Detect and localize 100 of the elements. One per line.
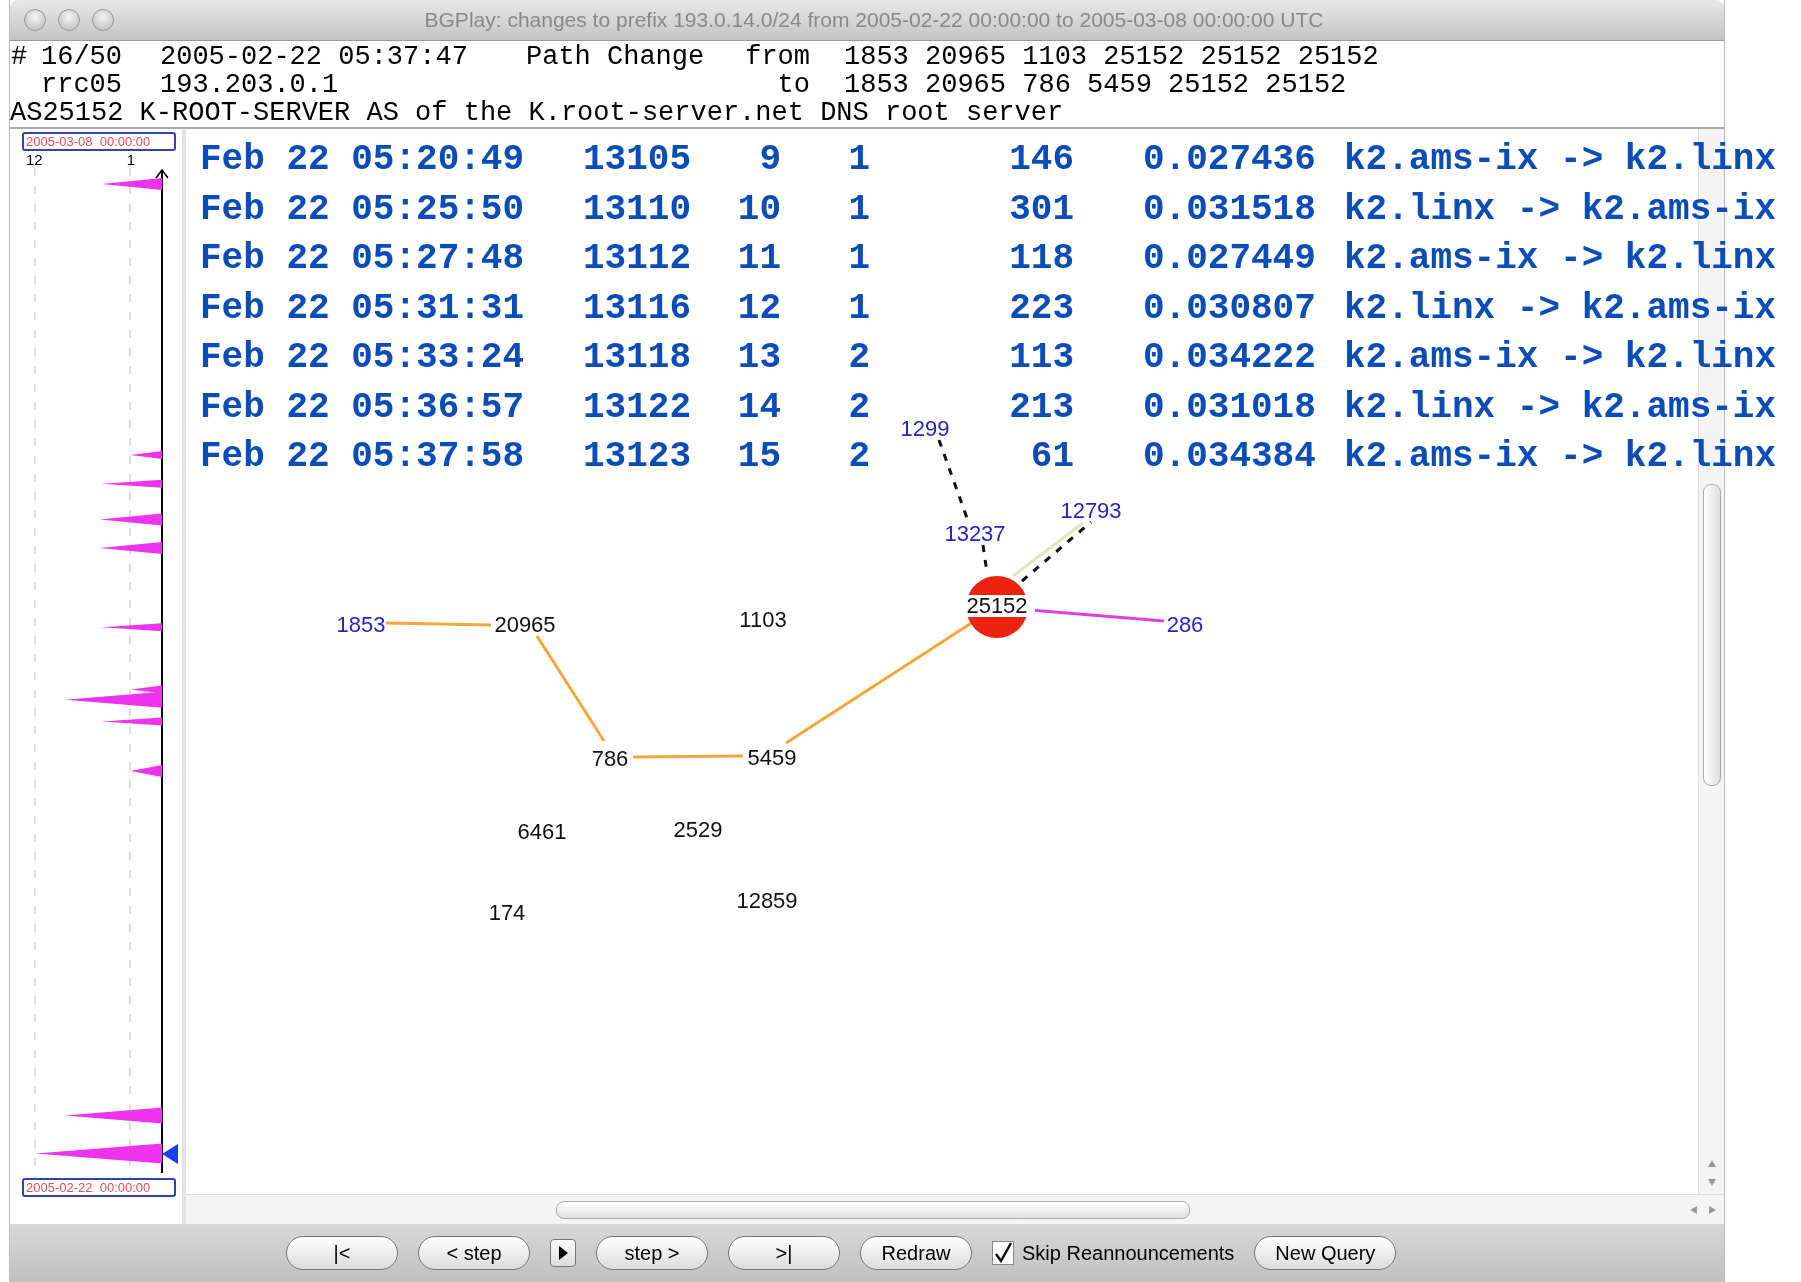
collector-name: rrc05 <box>41 71 122 99</box>
route-change: k2.linx -> k2.ams-ix <box>1344 188 1777 232</box>
route-change: k2.ams-ix -> k2.linx <box>1344 238 1777 281</box>
table-cell-text: 2 <box>848 386 870 430</box>
event-id: 13116 <box>583 287 692 331</box>
first-button[interactable]: |< <box>286 1236 398 1270</box>
event-id: 13110 <box>583 188 692 232</box>
event-id: 13112 <box>583 238 692 281</box>
table-cell-text: 13 <box>737 337 781 380</box>
horizontal-scrollbar[interactable] <box>186 1194 1724 1224</box>
as-node-label[interactable]: 13237 <box>944 521 1006 546</box>
table-cell-text: 9 <box>759 139 781 182</box>
axis-label: 1 <box>126 151 136 168</box>
checkbox-label: Skip Reannouncements <box>1022 1241 1235 1265</box>
event-id: 13118 <box>583 337 692 380</box>
scroll-thumb[interactable] <box>556 1200 1190 1219</box>
table-cell-text: 15 <box>737 436 781 479</box>
table-cell-text: 2 <box>848 337 870 380</box>
table-cell-text: 0.027449 <box>1143 238 1316 281</box>
event-id: 13105 <box>583 139 692 182</box>
event-id: 13123 <box>583 436 692 479</box>
timeline-start-label: 2005-02-22 00:00:00 <box>22 1178 176 1197</box>
table-cell-text: 0.031518 <box>1143 188 1316 232</box>
table-cell-text: 0.034384 <box>1143 436 1316 479</box>
timeline-end-label: 2005-03-08 00:00:00 <box>22 132 176 151</box>
table-cell-text: 301 <box>1009 188 1074 232</box>
from-path: 1853 20965 1103 25152 25152 25152 <box>844 43 1379 71</box>
event-spike <box>130 764 162 777</box>
scroll-arrows-icon[interactable] <box>1688 1203 1718 1216</box>
event-time: Feb 22 05:37:58 <box>200 436 525 479</box>
event-type: Path Change <box>526 43 705 71</box>
as-node-label[interactable]: 2529 <box>673 817 723 842</box>
event-spike <box>101 623 162 632</box>
table-cell-text: 2 <box>848 436 870 479</box>
table-cell-text: 1 <box>848 287 870 331</box>
step-back-button[interactable]: < step <box>418 1236 530 1270</box>
as-node-label[interactable]: 20965 <box>494 612 556 637</box>
play-icon <box>557 1245 569 1261</box>
new-query-button[interactable]: New Query <box>1254 1236 1397 1270</box>
table-cell-text: 12 <box>737 287 781 331</box>
route-change: k2.linx -> k2.ams-ix <box>1344 386 1777 430</box>
table-cell-text: 213 <box>1009 386 1074 430</box>
table-cell-text: 118 <box>1009 238 1074 281</box>
event-id: 13122 <box>583 386 692 430</box>
event-time: Feb 22 05:25:50 <box>200 188 525 232</box>
as-node-label[interactable]: 174 <box>488 900 526 925</box>
last-button[interactable]: >| <box>728 1236 840 1270</box>
table-cell-text: 14 <box>737 386 781 430</box>
as-node-label[interactable]: 5459 <box>747 745 797 770</box>
close-button[interactable] <box>24 9 46 31</box>
to-path: 1853 20965 786 5459 25152 25152 <box>844 71 1347 99</box>
table-cell-text: 0.027436 <box>1143 139 1316 182</box>
table-cell-text: 223 <box>1009 287 1074 331</box>
minimize-button[interactable] <box>58 9 80 31</box>
route-change: k2.linx -> k2.ams-ix <box>1344 287 1777 331</box>
event-time: Feb 22 05:36:57 <box>200 386 525 430</box>
from-label: from <box>745 43 811 71</box>
redraw-button[interactable]: Redraw <box>860 1236 972 1270</box>
as-node-label[interactable]: 12793 <box>1060 498 1122 523</box>
table-cell-text: 0.034222 <box>1143 337 1316 380</box>
table-cell-text: 113 <box>1009 337 1074 380</box>
table-cell-text: 1 <box>848 188 870 232</box>
route-change: k2.ams-ix -> k2.linx <box>1344 139 1777 182</box>
route-change: k2.ams-ix -> k2.linx <box>1344 337 1777 380</box>
event-time: Feb 22 05:27:48 <box>200 238 525 281</box>
zoom-button[interactable] <box>92 9 114 31</box>
window-title: BGPlay: changes to prefix 193.0.14.0/24 from 2005-02-22 00:00:00 to 2005-03-08 00:00:00 UTC <box>423 8 1325 32</box>
as-node-label[interactable]: 1103 <box>739 607 787 632</box>
table-cell-text: 146 <box>1009 139 1074 182</box>
table-cell-text: 10 <box>737 188 781 232</box>
as-node-label[interactable]: 6461 <box>517 819 567 844</box>
play-button[interactable] <box>550 1239 576 1267</box>
event-time: Feb 22 05:33:24 <box>200 337 525 380</box>
step-forward-button[interactable]: step > <box>596 1236 708 1270</box>
scroll-thumb[interactable] <box>1702 484 1721 786</box>
event-timestamp: 2005-02-22 05:37:47 <box>160 43 468 71</box>
event-time: Feb 22 05:20:49 <box>200 139 525 182</box>
hash-mark: # <box>10 43 28 71</box>
as-node-label[interactable]: 1853 <box>336 612 386 637</box>
axis-label: 12 <box>26 151 43 168</box>
event-time: Feb 22 05:31:31 <box>200 287 525 331</box>
as-node-label[interactable]: 286 <box>1166 612 1204 637</box>
scroll-arrows-icon[interactable] <box>1705 1158 1718 1188</box>
table-cell-text: 0.030807 <box>1143 287 1316 331</box>
as-node-label[interactable]: 12859 <box>736 888 798 913</box>
to-label: to <box>777 71 811 99</box>
table-cell-text: 1 <box>848 139 870 182</box>
table-cell-text: 1 <box>848 238 870 281</box>
route-change: k2.ams-ix -> k2.linx <box>1344 436 1777 479</box>
peer-address: 193.203.0.1 <box>160 71 339 99</box>
event-spike <box>101 717 162 726</box>
event-spike <box>99 513 162 526</box>
as-description: AS25152 K-ROOT-SERVER AS of the K.root-server.net DNS root server <box>10 99 1064 127</box>
table-cell-text: 61 <box>1030 436 1074 479</box>
as-node-label[interactable]: 1299 <box>900 416 950 441</box>
table-cell-text: 11 <box>737 238 781 281</box>
event-index: 16/50 <box>41 43 122 71</box>
table-cell-text: 0.031018 <box>1143 386 1316 430</box>
checkbox[interactable] <box>992 1241 1014 1265</box>
as-node-label[interactable]: 786 <box>591 746 629 771</box>
